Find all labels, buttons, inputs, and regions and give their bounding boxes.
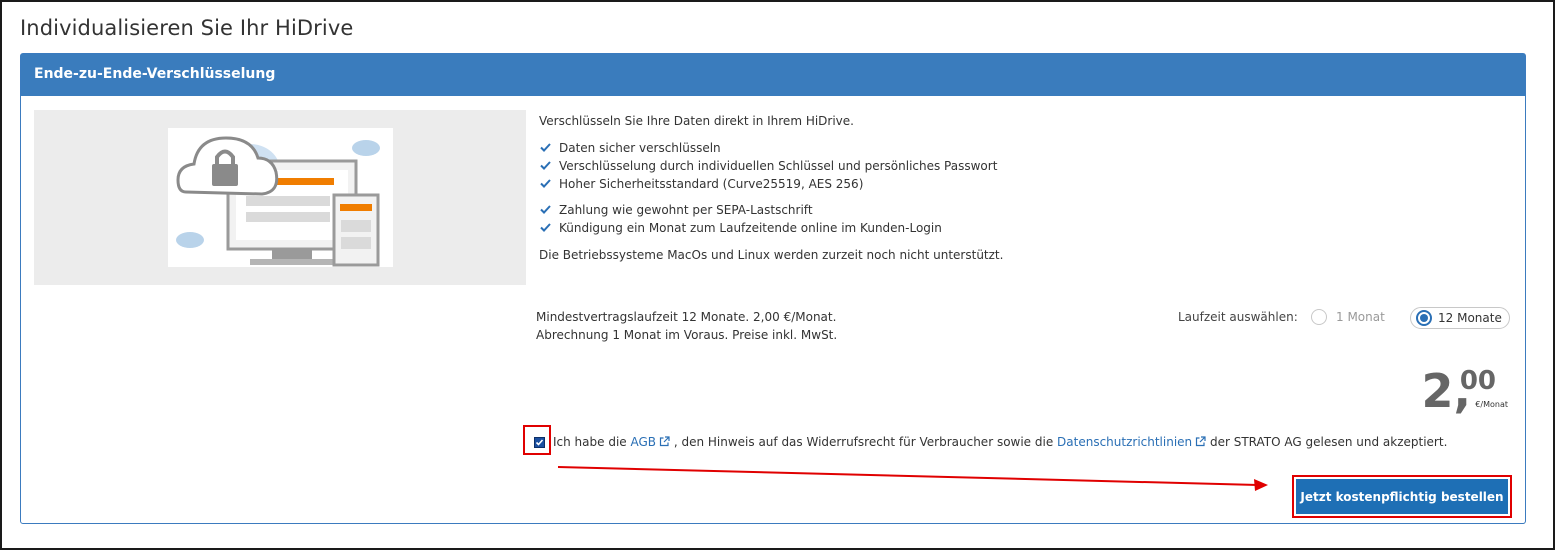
- price-decimal: 00: [1459, 366, 1496, 396]
- cloud-lock-devices-icon: [176, 136, 380, 267]
- feature-text: Daten sicher verschlüsseln: [559, 141, 721, 155]
- product-description: Verschlüsseln Sie Ihre Daten direkt in I…: [539, 112, 1003, 264]
- panel-header-title: Ende-zu-Ende-Verschlüsselung: [34, 66, 276, 82]
- radio-unchecked-icon[interactable]: [1311, 309, 1327, 325]
- agb-link[interactable]: AGB: [630, 435, 656, 449]
- checkbox-checkmark-icon: [535, 439, 544, 446]
- checkmark-icon: [540, 205, 551, 214]
- billing-text: Abrechnung 1 Monat im Voraus. Preise ink…: [536, 328, 838, 342]
- list-item: Kündigung ein Monat zum Laufzeitende onl…: [539, 219, 1003, 237]
- list-item: Daten sicher verschlüsseln: [539, 139, 1003, 157]
- price-unit: €/Monat: [1475, 400, 1508, 409]
- encryption-panel: Ende-zu-Ende-Verschlüsselung Verschlüsse…: [20, 53, 1526, 524]
- list-item: Verschlüsselung durch individuellen Schl…: [539, 157, 1003, 175]
- annotation-arrow-icon: [557, 466, 1268, 491]
- illustration-canvas: [168, 128, 393, 267]
- feature-text: Hoher Sicherheitsstandard (Curve25519, A…: [559, 177, 864, 191]
- feature-list-security: Daten sicher verschlüsseln Verschlüsselu…: [539, 139, 1003, 193]
- duration-option-label: 1 Monat: [1336, 310, 1385, 324]
- price-display: 2, 00 €/Monat: [1421, 364, 1509, 416]
- duration-label: Laufzeit auswählen:: [1178, 310, 1298, 324]
- product-illustration: [34, 110, 526, 285]
- terms-consent-text: Ich habe die AGB , den Hinweis auf das W…: [553, 433, 1447, 451]
- duration-option-label: 12 Monate: [1438, 311, 1502, 325]
- page-title: Individualisieren Sie Ihr HiDrive: [20, 16, 354, 40]
- feature-text: Kündigung ein Monat zum Laufzeitende onl…: [559, 221, 942, 235]
- checkmark-icon: [540, 161, 551, 170]
- list-item: Hoher Sicherheitsstandard (Curve25519, A…: [539, 175, 1003, 193]
- consent-text-after: der STRATO AG gelesen und akzeptiert.: [1206, 435, 1448, 449]
- external-link-icon[interactable]: [1195, 436, 1206, 447]
- duration-option-12-months[interactable]: 12 Monate: [1410, 307, 1510, 329]
- checkmark-icon: [540, 223, 551, 232]
- feature-list-billing: Zahlung wie gewohnt per SEPA-Lastschrift…: [539, 201, 1003, 237]
- os-support-note: Die Betriebssysteme MacOs und Linux werd…: [539, 248, 1004, 262]
- order-button[interactable]: Jetzt kostenpflichtig bestellen: [1296, 479, 1508, 514]
- consent-text-before: Ich habe die: [553, 435, 631, 449]
- checkmark-icon: [540, 179, 551, 188]
- duration-option-1-month[interactable]: 1 Monat: [1311, 307, 1401, 329]
- list-item: Zahlung wie gewohnt per SEPA-Lastschrift: [539, 201, 1003, 219]
- minimum-term-text: Mindestvertragslaufzeit 12 Monate. 2,00 …: [536, 310, 837, 324]
- privacy-policy-link[interactable]: Datenschutzrichtlinien: [1057, 435, 1192, 449]
- feature-text: Verschlüsselung durch individuellen Schl…: [559, 159, 998, 173]
- radio-checked-icon[interactable]: [1416, 310, 1432, 326]
- feature-text: Zahlung wie gewohnt per SEPA-Lastschrift: [559, 203, 813, 217]
- intro-text: Verschlüsseln Sie Ihre Daten direkt in I…: [539, 114, 854, 128]
- panel-header: Ende-zu-Ende-Verschlüsselung: [21, 54, 1525, 96]
- contract-terms: Mindestvertragslaufzeit 12 Monate. 2,00 …: [536, 308, 837, 344]
- terms-checkbox[interactable]: [534, 437, 545, 448]
- external-link-icon[interactable]: [659, 436, 670, 447]
- consent-text-middle: , den Hinweis auf das Widerrufsrecht für…: [670, 435, 1058, 449]
- checkmark-icon: [540, 143, 551, 152]
